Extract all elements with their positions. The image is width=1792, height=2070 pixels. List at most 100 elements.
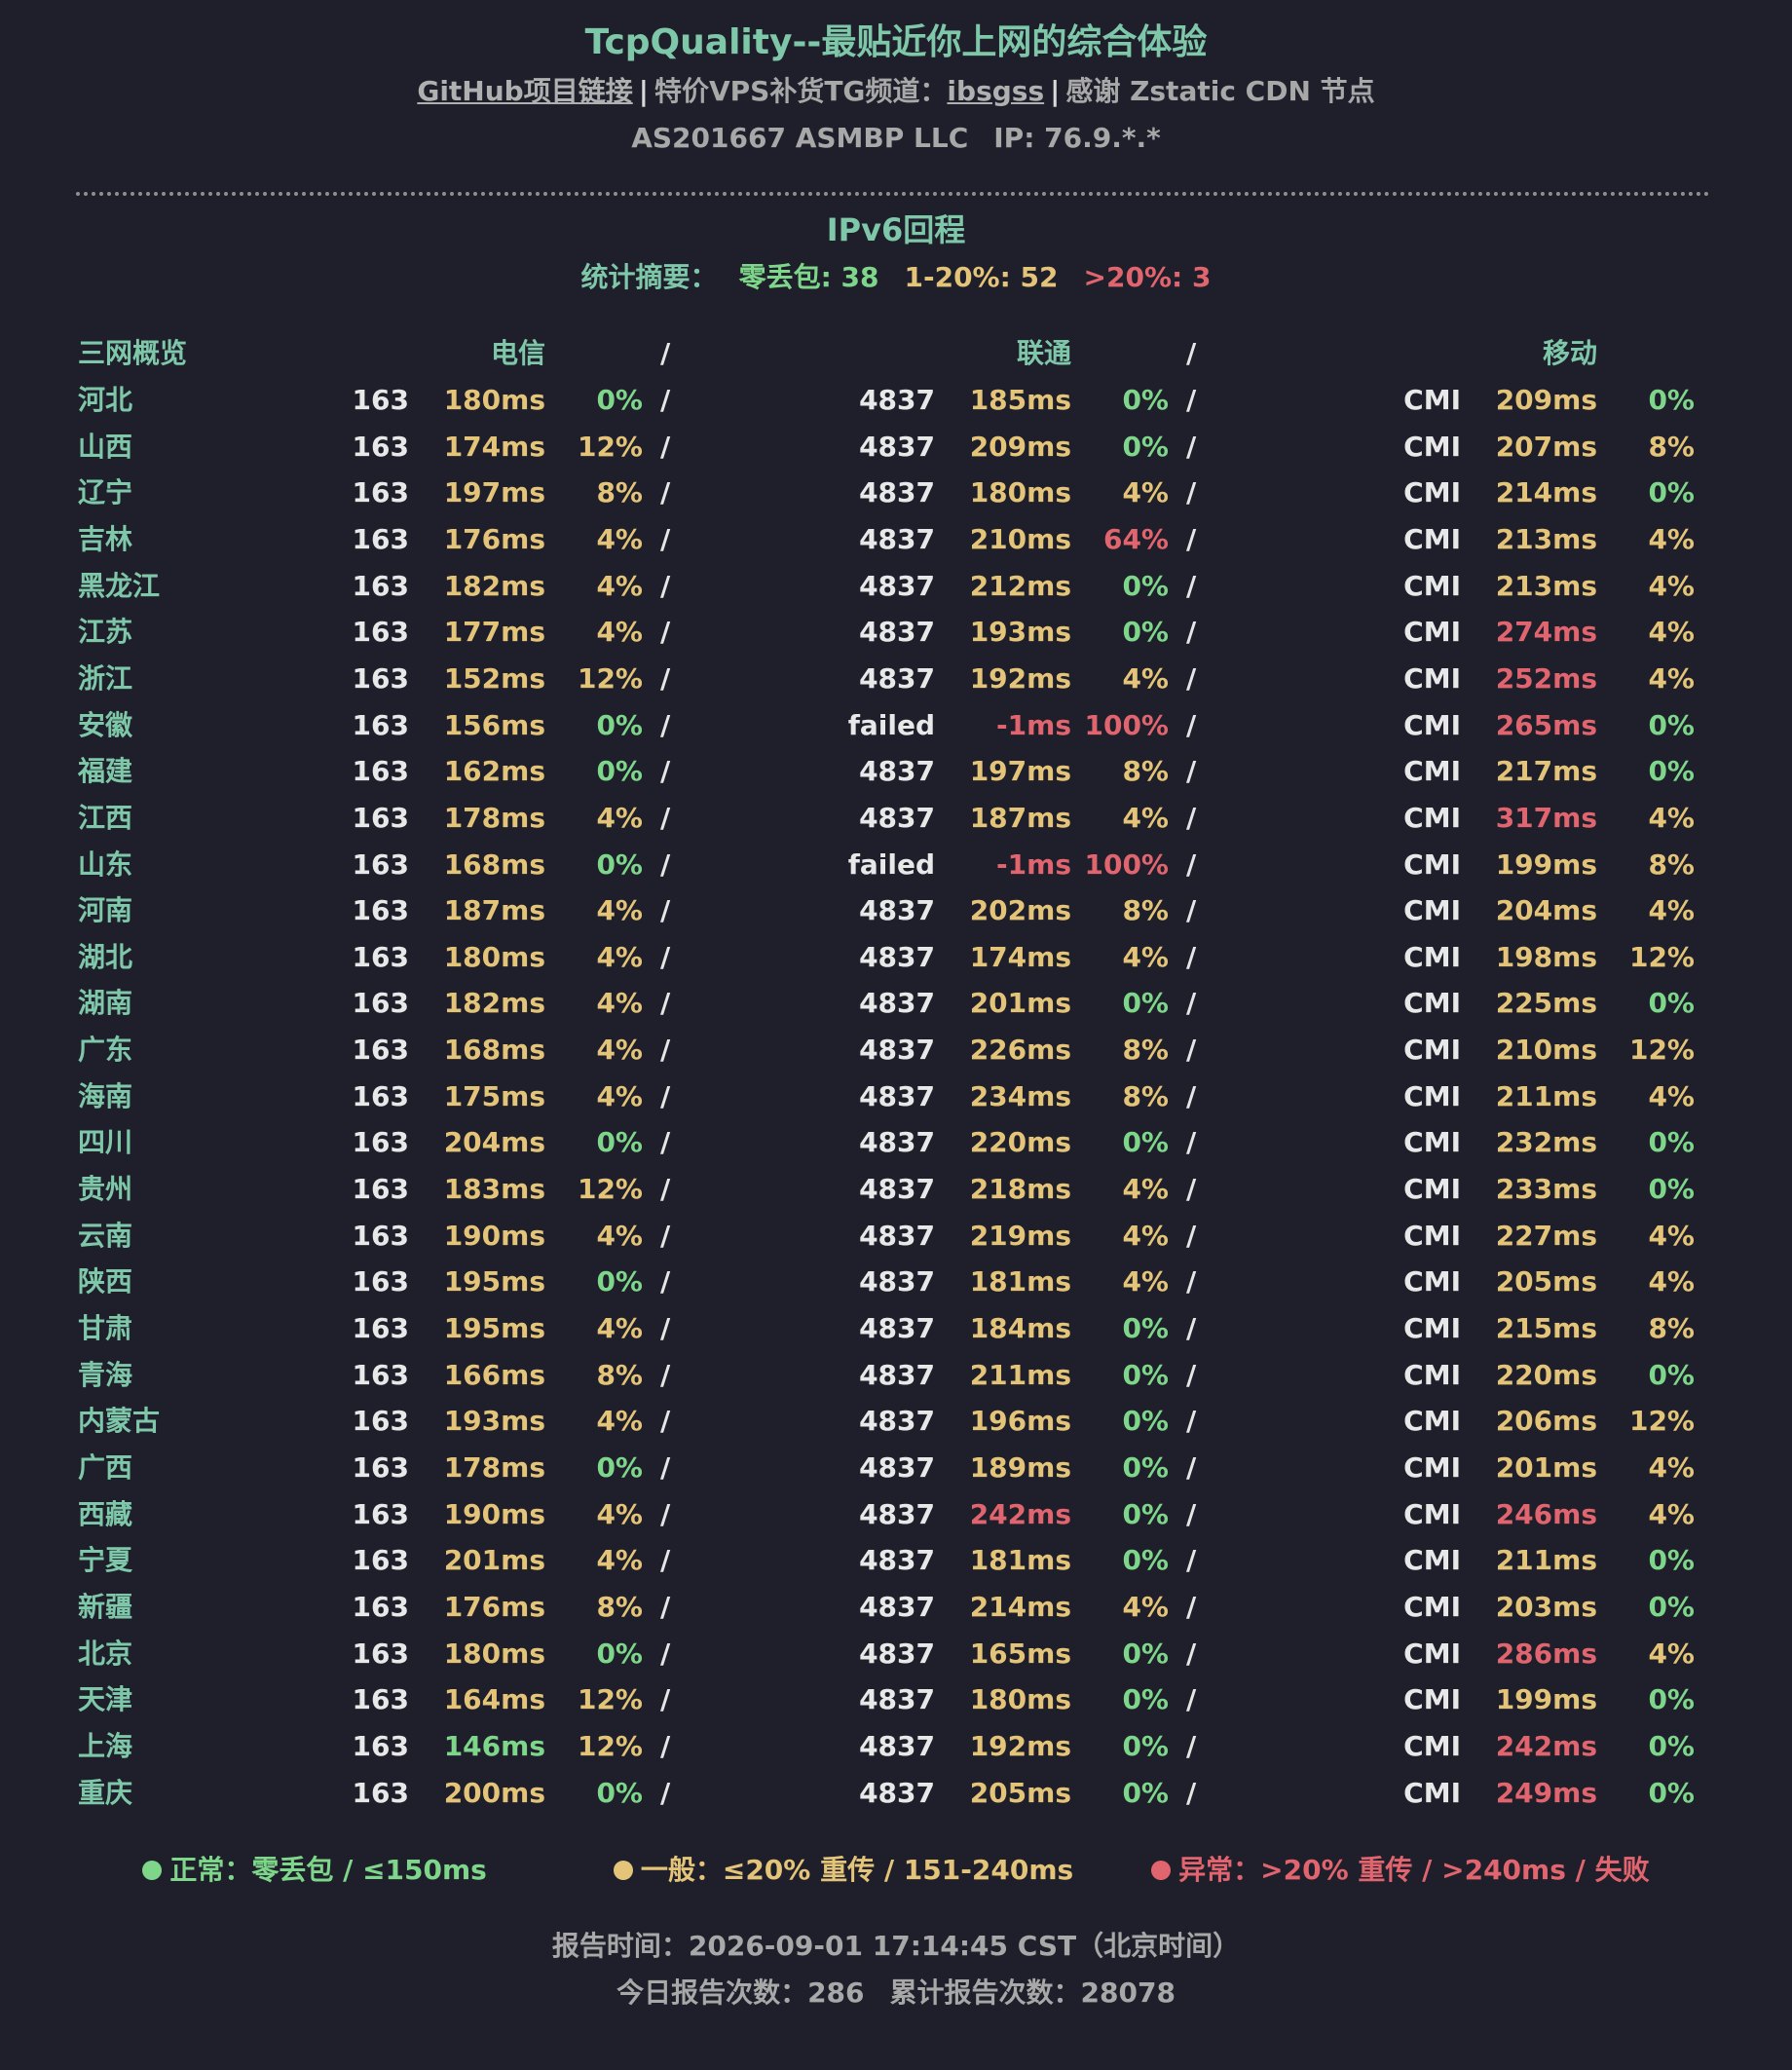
telecom-latency: 204ms — [443, 1126, 545, 1159]
province-name: 云南 — [78, 1219, 133, 1252]
row-slash: / — [660, 1126, 671, 1159]
telecom-asn: 163 — [352, 661, 409, 695]
header-unicom: 联通 — [1016, 337, 1071, 369]
mobile-latency: 225ms — [1495, 987, 1597, 1020]
table-row: 福建 163 162ms 0% / 4837 197ms 8% / CMI 217ms 0% — [0, 748, 1792, 795]
unicom-loss: 0% — [1122, 616, 1169, 649]
mobile-latency: 215ms — [1495, 1312, 1597, 1344]
mobile-asn: CMI — [1403, 940, 1461, 973]
mobile-asn: CMI — [1403, 755, 1461, 788]
province-name: 江西 — [78, 801, 133, 834]
unicom-loss: 0% — [1122, 384, 1169, 416]
unicom-latency: 234ms — [969, 1079, 1071, 1112]
telecom-latency: 182ms — [443, 569, 545, 602]
header-slash: / — [1186, 337, 1197, 369]
mobile-loss: 0% — [1648, 708, 1695, 741]
mobile-asn: CMI — [1403, 801, 1461, 834]
telecom-asn: 163 — [352, 616, 409, 649]
unicom-latency: 212ms — [969, 569, 1071, 602]
telecom-latency: 178ms — [443, 801, 545, 834]
unicom-loss: 0% — [1122, 987, 1169, 1020]
province-name: 甘肃 — [78, 1312, 133, 1344]
unicom-loss: 4% — [1122, 1219, 1169, 1252]
unicom-loss: 0% — [1122, 1544, 1169, 1577]
tg-channel-link[interactable]: ibsgss — [947, 75, 1044, 107]
unicom-asn: 4837 — [859, 1358, 935, 1391]
mobile-loss: 12% — [1628, 1405, 1695, 1438]
unicom-latency: 210ms — [969, 522, 1071, 555]
mobile-loss: 4% — [1648, 661, 1695, 695]
table-row: 新疆 163 176ms 8% / 4837 214ms 4% / CMI 203ms 0% — [0, 1584, 1792, 1631]
row-slash: / — [660, 940, 671, 973]
row-slash: / — [1186, 1497, 1197, 1530]
mobile-asn: CMI — [1403, 384, 1461, 416]
province-name: 上海 — [78, 1729, 133, 1762]
mobile-latency: 233ms — [1495, 1173, 1597, 1206]
telecom-loss: 4% — [596, 987, 643, 1020]
unicom-latency: 184ms — [969, 1312, 1071, 1344]
telecom-asn: 163 — [352, 1683, 409, 1716]
dotted-divider — [76, 192, 1710, 196]
telecom-latency: 164ms — [443, 1683, 545, 1716]
unicom-asn: 4837 — [859, 1173, 935, 1206]
mobile-loss: 0% — [1648, 755, 1695, 788]
ip-text: IP: 76.9.*.* — [993, 122, 1161, 154]
telecom-loss: 0% — [596, 755, 643, 788]
vps-channel-prefix: 特价VPS补货TG频道： — [653, 75, 948, 107]
table-row: 海南 163 175ms 4% / 4837 234ms 8% / CMI 211ms 4% — [0, 1073, 1792, 1120]
unicom-asn: 4837 — [859, 1729, 935, 1762]
row-slash: / — [1186, 987, 1197, 1020]
table-row: 内蒙古 163 193ms 4% / 4837 196ms 0% / CMI 206ms 12% — [0, 1398, 1792, 1445]
unicom-asn: 4837 — [859, 522, 935, 555]
mobile-loss: 4% — [1648, 1637, 1695, 1670]
telecom-asn: 163 — [352, 1405, 409, 1438]
telecom-asn: 163 — [352, 894, 409, 927]
unicom-loss: 0% — [1122, 1497, 1169, 1530]
province-name: 浙江 — [78, 661, 133, 695]
row-slash: / — [660, 1173, 671, 1206]
telecom-loss: 4% — [596, 940, 643, 973]
mobile-asn: CMI — [1403, 894, 1461, 927]
mobile-asn: CMI — [1403, 1219, 1461, 1252]
mobile-loss: 4% — [1648, 1079, 1695, 1112]
header-telecom: 电信 — [490, 337, 545, 369]
row-slash: / — [660, 1312, 671, 1344]
telecom-loss: 12% — [577, 1729, 643, 1762]
unicom-latency: 181ms — [969, 1544, 1071, 1577]
unicom-asn: 4837 — [859, 616, 935, 649]
telecom-asn: 163 — [352, 1079, 409, 1112]
province-name: 黑龙江 — [78, 569, 161, 602]
telecom-asn: 163 — [352, 1637, 409, 1670]
province-name: 山西 — [78, 430, 133, 463]
telecom-asn: 163 — [352, 708, 409, 741]
mobile-asn: CMI — [1403, 1590, 1461, 1623]
province-name: 贵州 — [78, 1173, 133, 1206]
unicom-latency: 196ms — [969, 1405, 1071, 1438]
unicom-asn: 4837 — [859, 755, 935, 788]
legend-good-text: 正常：零丢包 / ≤150ms — [169, 1854, 487, 1886]
unicom-asn: 4837 — [859, 940, 935, 973]
mobile-asn: CMI — [1403, 1450, 1461, 1484]
unicom-asn: 4837 — [859, 1265, 935, 1298]
telecom-loss: 8% — [596, 476, 643, 509]
mobile-latency: 265ms — [1495, 708, 1597, 741]
row-slash: / — [1186, 476, 1197, 509]
telecom-latency: 168ms — [443, 847, 545, 881]
github-link[interactable]: GitHub项目链接 — [417, 75, 632, 107]
mobile-latency: 249ms — [1495, 1776, 1597, 1809]
header-slash: / — [660, 337, 671, 369]
telecom-asn: 163 — [352, 430, 409, 463]
unicom-latency: 242ms — [969, 1497, 1071, 1530]
legend-good: 正常：零丢包 / ≤150ms — [142, 1851, 487, 1890]
row-slash: / — [1186, 1079, 1197, 1112]
unicom-loss: 0% — [1122, 569, 1169, 602]
province-name: 福建 — [78, 755, 133, 788]
table-row: 浙江 163 152ms 12% / 4837 192ms 4% / CMI 252ms 4% — [0, 656, 1792, 702]
table-header: 三网概览 电信 / 联通 / 移动 — [0, 330, 1792, 377]
table-row: 江西 163 178ms 4% / 4837 187ms 4% / CMI 317ms 4% — [0, 795, 1792, 842]
asn-text: AS201667 ASMBP LLC — [631, 122, 969, 154]
unicom-latency: 226ms — [969, 1034, 1071, 1067]
row-slash: / — [1186, 1683, 1197, 1716]
mobile-loss: 4% — [1648, 569, 1695, 602]
legend-mid-text: 一般：≤20% 重传 / 151-240ms — [640, 1854, 1074, 1886]
